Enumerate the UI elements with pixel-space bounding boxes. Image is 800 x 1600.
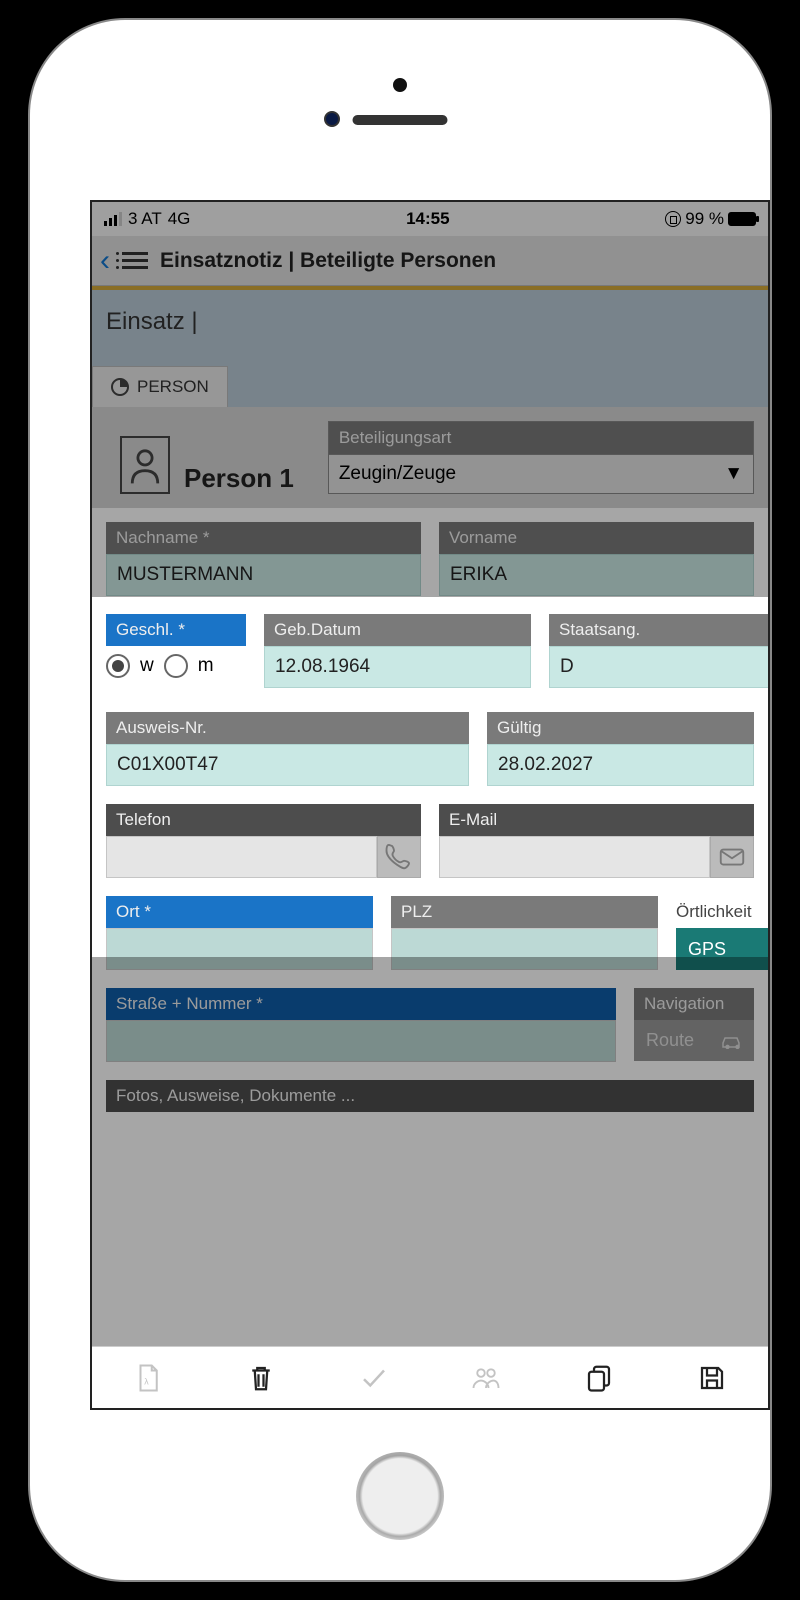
id-number-input[interactable] <box>106 744 469 786</box>
valid-label: Gültig <box>487 712 754 744</box>
avatar-icon <box>120 436 170 494</box>
svg-text:λ: λ <box>145 1376 150 1386</box>
gender-radio-m[interactable] <box>164 654 188 678</box>
chevron-down-icon: ▼ <box>724 463 743 485</box>
locality-label: Örtlichkeit <box>676 896 770 928</box>
street-input[interactable] <box>106 1020 616 1062</box>
route-button[interactable]: Route <box>634 1020 754 1061</box>
rotation-lock-icon <box>665 211 681 227</box>
participation-type-label: Beteiligungsart <box>328 421 754 454</box>
battery-percent: 99 % <box>685 209 724 229</box>
participation-type-value: Zeugin/Zeuge <box>339 463 456 485</box>
valid-input[interactable] <box>487 744 754 786</box>
gender-m-label: m <box>198 655 214 677</box>
pin-icon <box>766 938 770 960</box>
save-icon[interactable] <box>697 1363 727 1393</box>
city-input[interactable] <box>106 928 373 970</box>
gender-radio-w[interactable] <box>106 654 130 678</box>
pie-icon <box>111 378 129 396</box>
city-label: Ort * <box>106 896 373 928</box>
gps-label: GPS <box>688 939 726 960</box>
lastname-input[interactable] <box>106 554 421 596</box>
bottom-toolbar: λ <box>92 1346 768 1408</box>
dob-input[interactable] <box>264 646 531 688</box>
car-icon <box>720 1033 742 1049</box>
screen: 3 AT 4G 14:55 99 % ‹ Einsatznotiz | Bete… <box>90 200 770 1410</box>
sub-title: Einsatz | <box>106 308 754 336</box>
tab-person[interactable]: PERSON <box>92 366 228 407</box>
back-button[interactable]: ‹ <box>100 244 110 278</box>
person-title: Person 1 <box>184 463 294 494</box>
list-icon[interactable] <box>122 252 148 269</box>
check-icon[interactable] <box>359 1363 389 1393</box>
trash-icon[interactable] <box>246 1363 276 1393</box>
signal-icon <box>104 212 122 226</box>
status-bar: 3 AT 4G 14:55 99 % <box>92 202 768 236</box>
id-number-label: Ausweis-Nr. <box>106 712 469 744</box>
participation-type-select[interactable]: Zeugin/Zeuge ▼ <box>328 454 754 494</box>
home-button[interactable] <box>356 1452 444 1540</box>
lastname-label: Nachname * <box>106 522 421 554</box>
copy-icon[interactable] <box>584 1363 614 1393</box>
form-section: Nachname * Vorname Geschl. * w m <box>92 508 768 1126</box>
clock: 14:55 <box>190 209 665 229</box>
navigation-label: Navigation <box>634 988 754 1020</box>
email-send-button[interactable] <box>710 836 754 878</box>
pdf-icon[interactable]: λ <box>133 1363 163 1393</box>
attachments-label[interactable]: Fotos, Ausweise, Dokumente ... <box>106 1080 754 1112</box>
street-label: Straße + Nummer * <box>106 988 616 1020</box>
phone-call-button[interactable] <box>377 836 421 878</box>
zip-input[interactable] <box>391 928 658 970</box>
app-header: ‹ Einsatznotiz | Beteiligte Personen <box>92 236 768 286</box>
group-icon[interactable] <box>471 1363 501 1393</box>
route-label: Route <box>646 1030 694 1051</box>
nationality-input[interactable] <box>549 646 770 688</box>
page-title: Einsatznotiz | Beteiligte Personen <box>160 249 496 273</box>
speaker-icon <box>353 115 448 125</box>
dob-label: Geb.Datum <box>264 614 531 646</box>
nationality-label: Staatsang. <box>549 614 770 646</box>
person-header: Person 1 Beteiligungsart Zeugin/Zeuge ▼ <box>92 407 768 508</box>
email-input[interactable] <box>439 836 710 878</box>
zip-label: PLZ <box>391 896 658 928</box>
front-camera-icon <box>324 111 340 127</box>
camera-top-icon <box>393 78 407 92</box>
carrier-label: 3 AT <box>128 209 162 229</box>
gender-label: Geschl. * <box>106 614 246 646</box>
firstname-label: Vorname <box>439 522 754 554</box>
network-label: 4G <box>168 209 191 229</box>
battery-icon <box>728 212 756 226</box>
gps-button[interactable]: GPS <box>676 928 770 970</box>
phone-label: Telefon <box>106 804 421 836</box>
gender-w-label: w <box>140 655 154 677</box>
sub-header: Einsatz | <box>92 290 768 354</box>
tab-bar: PERSON <box>92 354 768 407</box>
tab-label: PERSON <box>137 377 209 397</box>
phone-input[interactable] <box>106 836 377 878</box>
email-label: E-Mail <box>439 804 754 836</box>
phone-frame: 3 AT 4G 14:55 99 % ‹ Einsatznotiz | Bete… <box>30 20 770 1580</box>
firstname-input[interactable] <box>439 554 754 596</box>
